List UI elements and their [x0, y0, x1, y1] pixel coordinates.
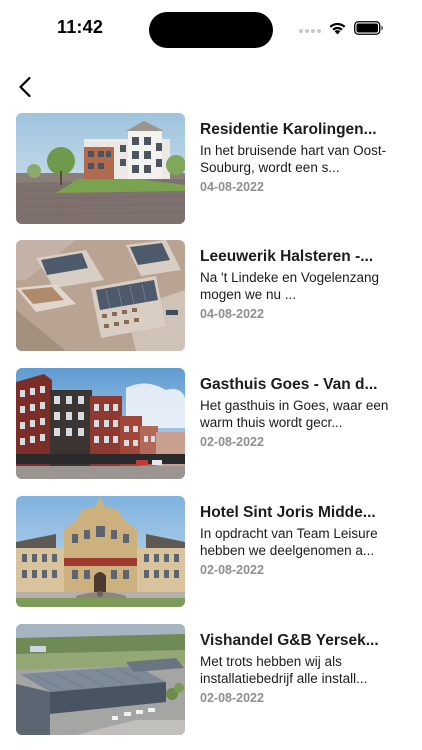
news-description: Na 't Lindeke en Vogelenzang mogen we nu… — [200, 270, 379, 302]
news-date: 02-08-2022 — [200, 435, 264, 449]
news-title: Leeuwerik Halsteren -... — [200, 248, 374, 265]
news-date: 04-08-2022 — [200, 180, 264, 194]
signal-icon — [299, 29, 323, 35]
news-item[interactable]: Vishandel G&B Yersek... Met trots hebben… — [0, 624, 422, 736]
news-description: In het bruisende hart van Oost-Souburg, … — [200, 143, 387, 175]
chevron-left-icon — [19, 76, 31, 98]
news-date: 02-08-2022 — [200, 563, 264, 577]
news-title: Vishandel G&B Yersek... — [200, 632, 379, 649]
news-item[interactable]: Leeuwerik Halsteren -... Na 't Lindeke e… — [0, 240, 422, 352]
news-thumbnail — [16, 113, 185, 224]
news-thumbnail — [16, 496, 185, 607]
news-item[interactable]: Hotel Sint Joris Midde... In opdracht va… — [0, 496, 422, 608]
dynamic-island — [149, 12, 273, 48]
status-bar: 11:42 — [0, 0, 422, 60]
wifi-icon — [329, 22, 346, 35]
news-item[interactable]: Residentie Karolingen... In het bruisend… — [0, 113, 422, 225]
news-description: In opdracht van Team Leisure hebben we d… — [200, 526, 378, 558]
news-date: 04-08-2022 — [200, 307, 264, 321]
status-time: 11:42 — [57, 17, 104, 37]
news-date: 02-08-2022 — [200, 691, 264, 705]
news-title: Hotel Sint Joris Midde... — [200, 504, 376, 521]
battery-icon — [354, 21, 383, 35]
news-thumbnail — [16, 624, 185, 735]
news-thumbnail — [16, 368, 185, 479]
news-thumbnail — [16, 240, 185, 351]
news-title: Residentie Karolingen... — [200, 121, 377, 138]
news-description: Met trots hebben wij als installatiebedr… — [200, 654, 368, 686]
news-item[interactable]: Gasthuis Goes - Van d... Het gasthuis in… — [0, 368, 422, 480]
news-title: Gasthuis Goes - Van d... — [200, 376, 378, 393]
news-description: Het gasthuis in Goes, waar een warm thui… — [200, 398, 389, 430]
back-button[interactable] — [10, 70, 40, 104]
